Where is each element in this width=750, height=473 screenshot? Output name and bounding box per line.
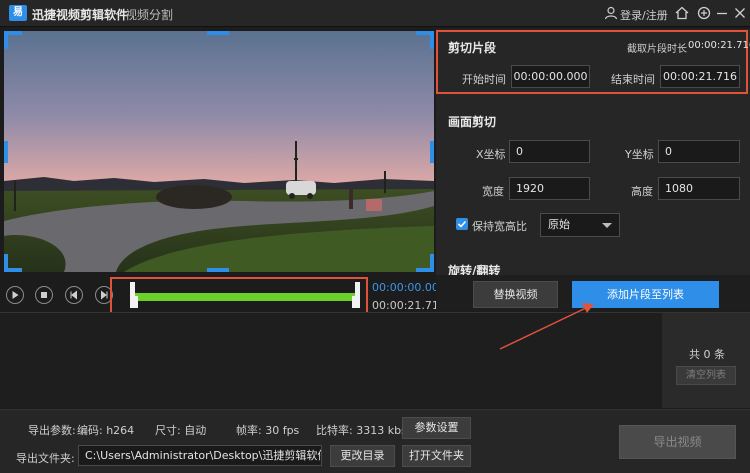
previous-frame-icon[interactable] — [65, 286, 83, 304]
minimize-icon[interactable] — [713, 4, 731, 22]
trim-end-time: 00:00:21.716 — [372, 299, 446, 312]
trim-start-handle[interactable] — [130, 282, 138, 308]
codec-value: 编码: h264 — [77, 424, 135, 437]
export-folder-label: 导出文件夹: — [16, 452, 75, 465]
video-preview[interactable] — [4, 31, 434, 272]
crop-corner-top-left[interactable] — [4, 31, 22, 49]
change-directory-button[interactable]: 更改目录 — [330, 445, 395, 467]
clip-count: 共 0 条 — [689, 348, 725, 361]
start-time-input[interactable]: 00:00:00.000 — [511, 65, 590, 88]
clear-list-button[interactable]: 清空列表 — [676, 366, 736, 385]
aspect-ratio-select[interactable]: 原始 — [540, 213, 620, 237]
export-params-label: 导出参数: — [28, 424, 76, 437]
crop-corner-bottom-right[interactable] — [416, 254, 434, 272]
title-separator: - — [114, 6, 119, 20]
height-input[interactable]: 1080 — [658, 177, 740, 200]
settings-icon[interactable] — [695, 4, 713, 22]
replace-video-button[interactable]: 替换视频 — [473, 281, 558, 308]
close-icon[interactable] — [731, 4, 749, 22]
end-time-input[interactable]: 00:00:21.716 — [660, 65, 740, 88]
trim-start-time: 00:00:00.000 — [372, 281, 446, 294]
crop-edge-bottom[interactable] — [207, 268, 229, 272]
x-coord-label: X坐标 — [476, 148, 506, 161]
trim-timeline — [110, 277, 368, 317]
y-coord-input[interactable]: 0 — [658, 140, 740, 163]
crop-section-title: 画面剪切 — [448, 115, 497, 129]
x-coord-input[interactable]: 0 — [509, 140, 590, 163]
add-to-list-button[interactable]: 添加片段至列表 — [572, 281, 719, 308]
end-time-label: 结束时间 — [611, 73, 655, 86]
trim-range-bar[interactable] — [134, 293, 360, 301]
clip-duration-value: 00:00:21.716 — [688, 40, 750, 51]
framerate-value: 帧率: 30 fps — [236, 424, 300, 437]
crop-edge-right[interactable] — [430, 141, 434, 163]
chevron-down-icon — [602, 223, 612, 228]
param-settings-button[interactable]: 参数设置 — [402, 417, 471, 439]
app-logo-icon: 易 — [9, 5, 27, 21]
crop-edge-top[interactable] — [207, 31, 229, 35]
title-bar: 易 迅捷视频剪辑软件 - 视频分割 登录/注册 — [0, 0, 750, 27]
home-icon[interactable] — [673, 4, 691, 22]
crop-corner-bottom-left[interactable] — [4, 254, 22, 272]
size-value: 尺寸: 自动 — [155, 424, 207, 437]
clip-section-title: 剪切片段 — [448, 41, 497, 55]
width-input[interactable]: 1920 — [509, 177, 590, 200]
keep-ratio-label: 保持宽高比 — [472, 220, 527, 233]
user-icon[interactable] — [604, 6, 618, 20]
bitrate-value: 比特率: 3313 kbs — [316, 424, 407, 437]
width-label: 宽度 — [482, 185, 504, 198]
open-folder-button[interactable]: 打开文件夹 — [402, 445, 471, 467]
trim-end-handle[interactable] — [352, 282, 360, 308]
crop-edge-left[interactable] — [4, 141, 8, 163]
start-time-label: 开始时间 — [462, 73, 506, 86]
clip-list — [0, 312, 662, 408]
play-icon[interactable] — [6, 286, 24, 304]
stop-icon[interactable] — [35, 286, 53, 304]
export-video-button[interactable]: 导出视频 — [619, 425, 736, 459]
height-label: 高度 — [631, 185, 653, 198]
window-subtitle: 视频分割 — [125, 8, 174, 22]
y-coord-label: Y坐标 — [625, 148, 654, 161]
crop-corner-top-right[interactable] — [416, 31, 434, 49]
keep-ratio-checkbox[interactable] — [456, 218, 468, 230]
aspect-ratio-value: 原始 — [548, 218, 570, 231]
clip-duration-label: 截取片段时长 — [627, 44, 687, 55]
login-register-link[interactable]: 登录/注册 — [620, 7, 668, 23]
video-frame-image — [4, 31, 434, 272]
export-folder-path[interactable]: C:\Users\Administrator\Desktop\迅捷剪辑软件 — [78, 445, 322, 466]
